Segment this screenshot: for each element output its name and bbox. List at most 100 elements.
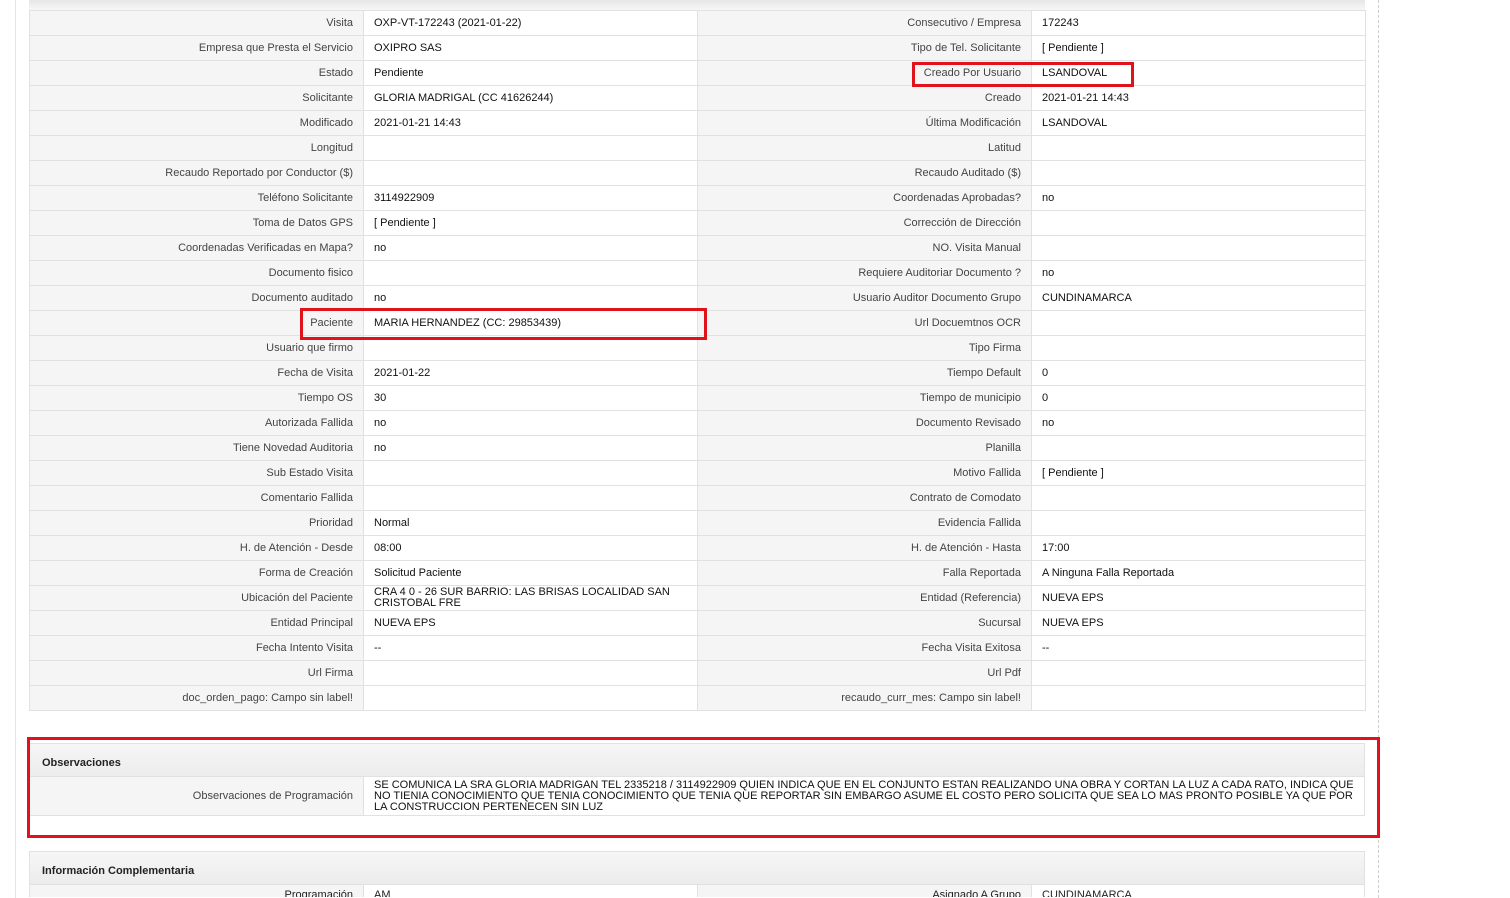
field-label: Coordenadas Aprobadas? bbox=[697, 185, 1032, 211]
field-value: no bbox=[1031, 260, 1366, 286]
field-label: Planilla bbox=[697, 435, 1032, 461]
field-label: Consecutivo / Empresa bbox=[697, 10, 1032, 36]
complementaria-row: Programación AM Asignado A Grupo CUNDINA… bbox=[29, 885, 1365, 897]
field-label: Fecha Intento Visita bbox=[29, 635, 364, 661]
field-label: Visita bbox=[29, 10, 364, 36]
field-label: Tiempo de municipio bbox=[697, 385, 1032, 411]
field-label: Usuario Auditor Documento Grupo bbox=[697, 285, 1032, 311]
field-label: Url Pdf bbox=[697, 660, 1032, 686]
detail-row: Solicitante GLORIA MADRIGAL (CC 41626244)… bbox=[29, 85, 1366, 111]
complementaria-value-1: AM bbox=[364, 885, 698, 897]
detail-row: Entidad Principal NUEVA EPS Sucursal NUEVA … bbox=[29, 610, 1366, 636]
field-value bbox=[1031, 685, 1366, 711]
field-label: Falla Reportada bbox=[697, 560, 1032, 586]
field-value: 0 bbox=[1031, 385, 1366, 411]
field-label: Creado bbox=[697, 85, 1032, 111]
field-label: Documento Revisado bbox=[697, 410, 1032, 436]
field-value bbox=[1031, 485, 1366, 511]
field-label: Tiene Novedad Auditoria bbox=[29, 435, 364, 461]
field-label: Contrato de Comodato bbox=[697, 485, 1032, 511]
complementaria-value-2: CUNDINAMARCA bbox=[1032, 885, 1365, 897]
complementaria-title: Información Complementaria bbox=[29, 851, 1365, 885]
detail-row: Forma de Creación Solicitud Paciente Falla… bbox=[29, 560, 1366, 586]
field-label: Entidad (Referencia) bbox=[697, 585, 1032, 611]
field-value: Solicitud Paciente bbox=[363, 560, 698, 586]
field-label: Recaudo Reportado por Conductor ($) bbox=[29, 160, 364, 186]
detail-row: Autorizada Fallida no Documento Revisado … bbox=[29, 410, 1366, 436]
field-value: 0 bbox=[1031, 360, 1366, 386]
field-label: Evidencia Fallida bbox=[697, 510, 1032, 536]
highlight-box-creado-por-usuario bbox=[912, 62, 1134, 87]
field-label: Última Modificación bbox=[697, 110, 1032, 136]
field-label: Tipo Firma bbox=[697, 335, 1032, 361]
field-value bbox=[1031, 660, 1366, 686]
field-value bbox=[363, 660, 698, 686]
field-label: recaudo_curr_mes: Campo sin label! bbox=[697, 685, 1032, 711]
field-value: NUEVA EPS bbox=[1031, 585, 1366, 611]
detail-row: Fecha de Visita 2021-01-22 Tiempo Default… bbox=[29, 360, 1366, 386]
field-label: H. de Atención - Hasta bbox=[697, 535, 1032, 561]
field-value: no bbox=[363, 435, 698, 461]
field-value bbox=[363, 460, 698, 486]
visit-detail-table: Visita OXP-VT-172243 (2021-01-22) Consecut… bbox=[29, 10, 1366, 711]
field-label: Autorizada Fallida bbox=[29, 410, 364, 436]
field-label: Entidad Principal bbox=[29, 610, 364, 636]
field-value bbox=[363, 485, 698, 511]
detail-row: Tiempo OS 30 Tiempo de municipio 0 bbox=[29, 385, 1366, 411]
field-value: 2021-01-21 14:43 bbox=[1031, 85, 1366, 111]
field-value: 2021-01-22 bbox=[363, 360, 698, 386]
field-value: Normal bbox=[363, 510, 698, 536]
field-value: 2021-01-21 14:43 bbox=[363, 110, 698, 136]
field-value bbox=[1031, 435, 1366, 461]
field-value bbox=[1031, 235, 1366, 261]
field-label: Url Docuemtnos OCR bbox=[697, 310, 1032, 336]
field-value: no bbox=[363, 285, 698, 311]
field-label: Empresa que Presta el Servicio bbox=[29, 35, 364, 61]
detail-row: Fecha Intento Visita -- Fecha Visita Exit… bbox=[29, 635, 1366, 661]
field-label: Requiere Auditoriar Documento ? bbox=[697, 260, 1032, 286]
field-value: [ Pendiente ] bbox=[1031, 460, 1366, 486]
field-label: Modificado bbox=[29, 110, 364, 136]
field-value: 172243 bbox=[1031, 10, 1366, 36]
field-value bbox=[1031, 310, 1366, 336]
detail-row: Url Firma Url Pdf bbox=[29, 660, 1366, 686]
field-label: Fecha de Visita bbox=[29, 360, 364, 386]
field-value: 3114922909 bbox=[363, 185, 698, 211]
field-value: LSANDOVAL bbox=[1031, 110, 1366, 136]
field-value bbox=[1031, 335, 1366, 361]
field-value bbox=[1031, 135, 1366, 161]
detail-row: Sub Estado Visita Motivo Fallida[ Pendien… bbox=[29, 460, 1366, 486]
complementaria-label-2: Asignado A Grupo bbox=[698, 885, 1032, 897]
field-value: OXIPRO SAS bbox=[363, 35, 698, 61]
field-value: no bbox=[1031, 185, 1366, 211]
field-value: no bbox=[363, 235, 698, 261]
field-label: Longitud bbox=[29, 135, 364, 161]
field-label: Url Firma bbox=[29, 660, 364, 686]
field-label: Tipo de Tel. Solicitante bbox=[697, 35, 1032, 61]
detail-row: Tiene Novedad Auditoria no Planilla bbox=[29, 435, 1366, 461]
detail-row: Documento auditado no Usuario Auditor Doc… bbox=[29, 285, 1366, 311]
page-left-border bbox=[15, 0, 16, 898]
field-label: Corrección de Dirección bbox=[697, 210, 1032, 236]
field-label: Forma de Creación bbox=[29, 560, 364, 586]
field-value: -- bbox=[1031, 635, 1366, 661]
detail-row: Recaudo Reportado por Conductor ($) Recau… bbox=[29, 160, 1366, 186]
field-value bbox=[363, 160, 698, 186]
field-label: Latitud bbox=[697, 135, 1032, 161]
highlight-box-paciente bbox=[300, 308, 707, 340]
field-value bbox=[1031, 160, 1366, 186]
detail-row: Documento fisico Requiere Auditoriar Docu… bbox=[29, 260, 1366, 286]
complementaria-label-1: Programación bbox=[30, 885, 364, 897]
field-value: NUEVA EPS bbox=[363, 610, 698, 636]
detail-row: Coordenadas Verificadas en Mapa? no NO. V… bbox=[29, 235, 1366, 261]
field-value: OXP-VT-172243 (2021-01-22) bbox=[363, 10, 698, 36]
field-value: no bbox=[363, 410, 698, 436]
field-label: Tiempo Default bbox=[697, 360, 1032, 386]
field-value: [ Pendiente ] bbox=[363, 210, 698, 236]
detail-row: Longitud Latitud bbox=[29, 135, 1366, 161]
field-value: NUEVA EPS bbox=[1031, 610, 1366, 636]
field-value: GLORIA MADRIGAL (CC 41626244) bbox=[363, 85, 698, 111]
field-value bbox=[1031, 210, 1366, 236]
detail-row: Toma de Datos GPS[ Pendiente ] Corrección… bbox=[29, 210, 1366, 236]
field-value: 30 bbox=[363, 385, 698, 411]
